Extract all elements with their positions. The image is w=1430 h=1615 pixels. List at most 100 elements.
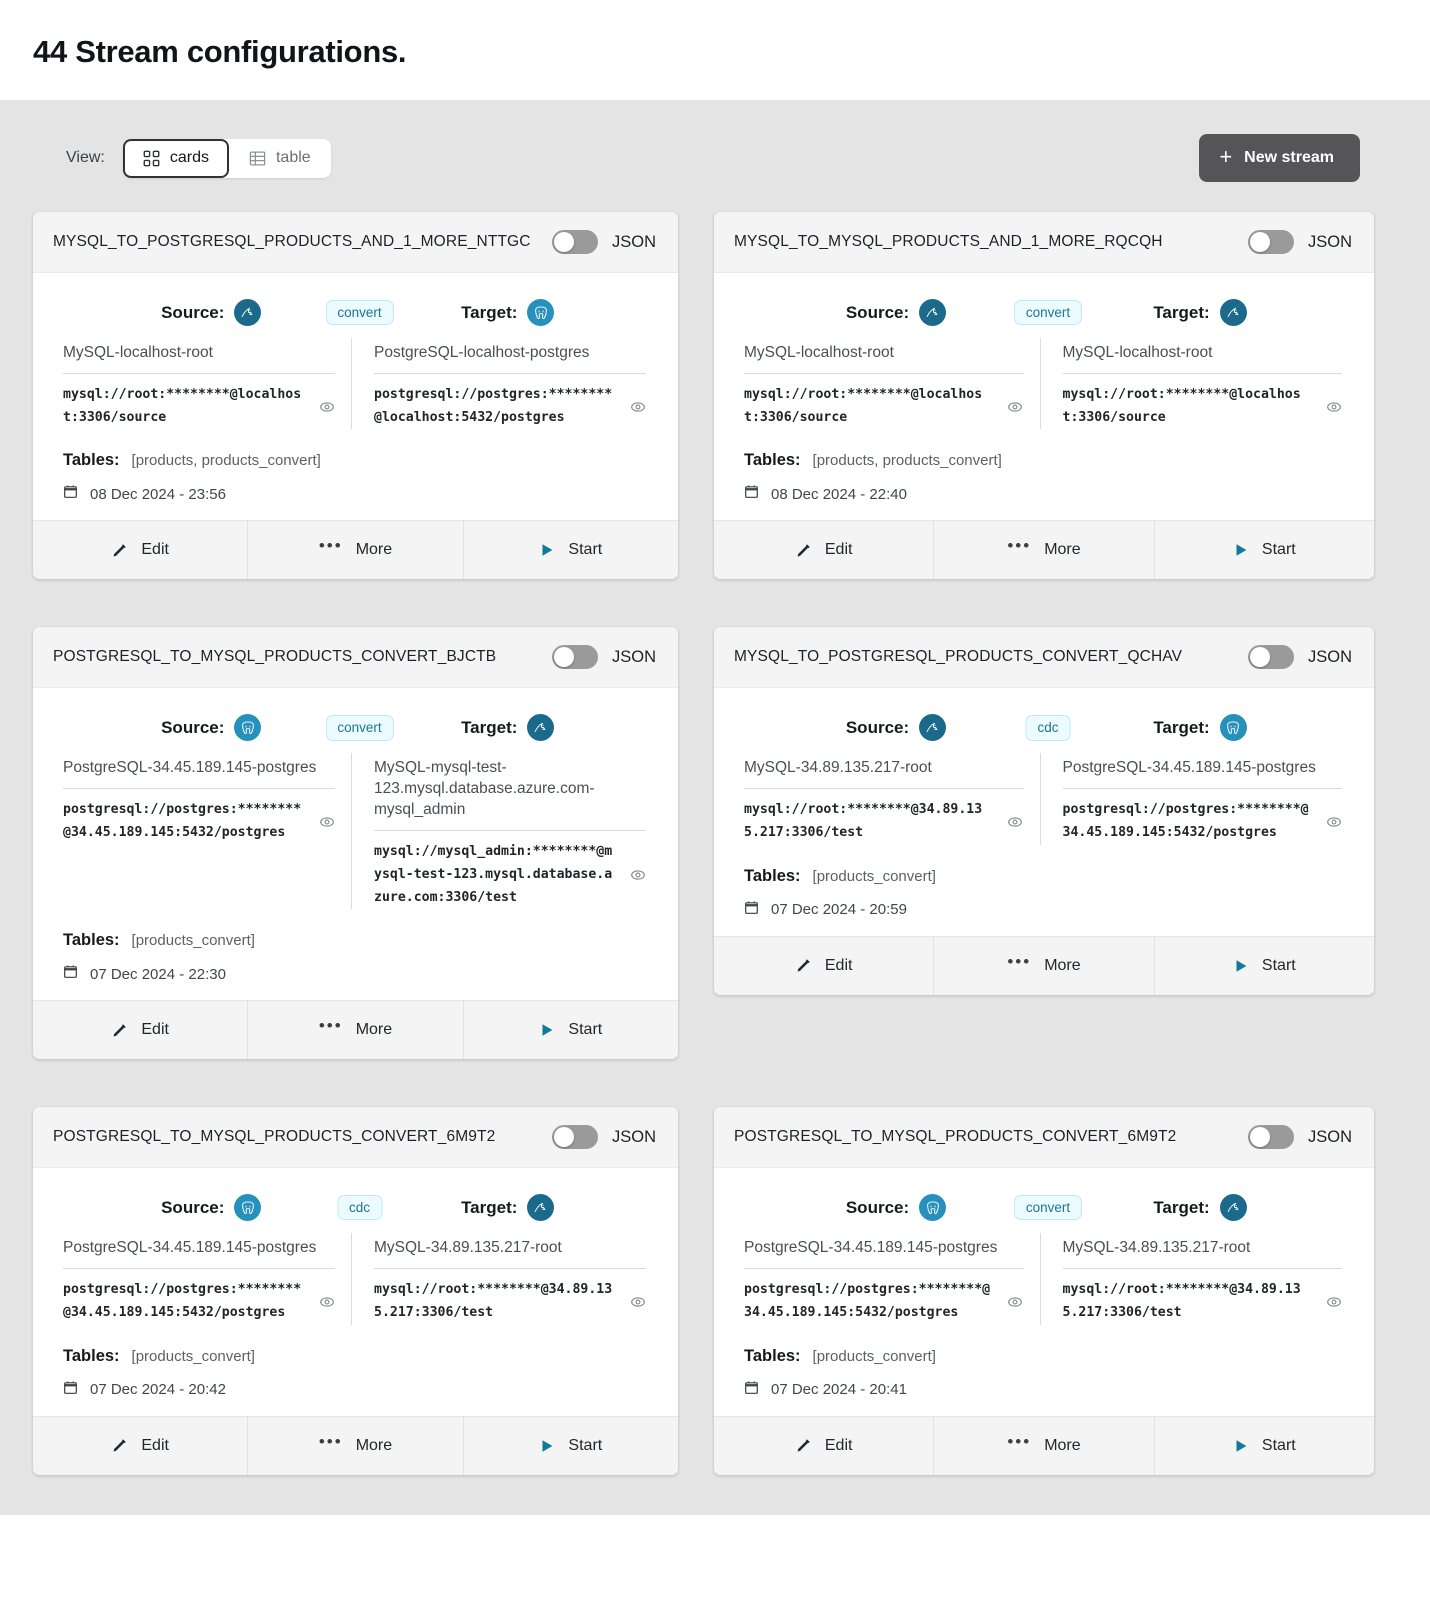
stream-card-header: MYSQL_TO_POSTGRESQL_PRODUCTS_CONVERT_QCH… — [714, 627, 1374, 689]
page-header: 44 Stream configurations. — [0, 0, 1430, 100]
more-button[interactable]: ••• More — [248, 521, 464, 580]
reveal-target-uri-eye-icon[interactable] — [629, 1293, 646, 1310]
more-button[interactable]: ••• More — [934, 936, 1155, 995]
date-row: 07 Dec 2024 - 20:42 — [63, 1380, 656, 1400]
new-stream-label: New stream — [1244, 149, 1334, 166]
json-toggle-knob — [553, 647, 574, 668]
edit-button[interactable]: Edit — [33, 1001, 249, 1060]
target-header: Target: — [360, 1186, 657, 1229]
tables-value: [products_convert] — [812, 867, 936, 885]
calendar-icon — [744, 1380, 759, 1400]
json-toggle[interactable] — [1247, 1125, 1294, 1150]
more-button[interactable]: ••• More — [248, 1416, 464, 1475]
start-label: Start — [1261, 541, 1296, 559]
ellipsis-icon: ••• — [318, 1431, 343, 1451]
view-mode-table[interactable]: table — [228, 138, 331, 178]
reveal-source-uri-eye-icon[interactable] — [318, 1293, 335, 1310]
stream-card-5: POSTGRESQL_TO_MYSQL_PRODUCTS_CONVERT_6M9… — [714, 1107, 1374, 1475]
source-header: Source: — [744, 291, 1048, 334]
more-label: More — [1044, 956, 1081, 974]
target-connection-name: MySQL-34.89.135.217-root — [1062, 1233, 1342, 1270]
connections-row: PostgreSQL-34.45.189.145-postgres postgr… — [744, 1233, 1352, 1325]
source-label: Source: — [161, 717, 225, 737]
reveal-target-uri-eye-icon[interactable] — [1325, 1293, 1342, 1310]
target-connection: PostgreSQL-34.45.189.145-postgres postgr… — [1039, 753, 1353, 845]
target-label: Target: — [461, 1197, 518, 1217]
stream-card-footer: Edit ••• More Start — [714, 520, 1374, 580]
json-toggle[interactable] — [551, 230, 598, 254]
ellipsis-icon: ••• — [1007, 1431, 1032, 1451]
more-label: More — [355, 1021, 393, 1039]
source-uri-row: mysql://root:********@localhost:3306/sou… — [744, 384, 1024, 429]
more-label: More — [355, 1436, 393, 1454]
edit-button[interactable]: Edit — [33, 521, 249, 580]
edit-button[interactable]: Edit — [714, 521, 935, 580]
view-mode-switch[interactable]: cards table — [122, 138, 331, 178]
page-title: 44 Stream configurations. — [33, 34, 407, 69]
mode-badge: cdc — [1025, 715, 1071, 741]
more-label: More — [1044, 1436, 1081, 1454]
view-mode-table-label: table — [275, 149, 311, 166]
edit-button[interactable]: Edit — [33, 1416, 249, 1475]
edit-button[interactable]: Edit — [714, 1416, 935, 1475]
target-connection-name: PostgreSQL-localhost-postgres — [374, 338, 646, 374]
json-toggle-knob — [1249, 232, 1270, 252]
json-toggle[interactable] — [551, 645, 598, 670]
json-label: JSON — [611, 647, 656, 666]
edit-label: Edit — [141, 1021, 169, 1039]
source-connection-name: MySQL-localhost-root — [63, 338, 335, 374]
reveal-target-uri-eye-icon[interactable] — [629, 398, 646, 415]
reveal-source-uri-eye-icon[interactable] — [1007, 398, 1024, 415]
stream-card-1: MYSQL_TO_MYSQL_PRODUCTS_AND_1_MORE_RQCQH… — [714, 212, 1374, 580]
source-uri-row: postgresql://postgres:********@34.45.189… — [63, 1279, 335, 1324]
source-connection: PostgreSQL-34.45.189.145-postgres postgr… — [63, 1233, 351, 1324]
start-button[interactable]: Start — [463, 521, 678, 580]
stream-card-2: POSTGRESQL_TO_MYSQL_PRODUCTS_CONVERT_BJC… — [33, 627, 678, 1060]
stream-card-body: Source: cdc Target: MySQL-34.89.135.217-… — [714, 688, 1374, 935]
start-button[interactable]: Start — [463, 1001, 678, 1060]
json-toggle[interactable] — [551, 1125, 598, 1150]
source-header: Source: — [63, 706, 360, 749]
tables-label: Tables: — [744, 866, 801, 885]
json-toggle[interactable] — [1247, 645, 1294, 670]
source-connection: MySQL-localhost-root mysql://root:******… — [744, 338, 1040, 429]
content-area: View: cards table + New stream MYSQL_TO_… — [0, 100, 1430, 1515]
json-label: JSON — [1307, 1127, 1352, 1146]
calendar-icon — [744, 484, 759, 504]
json-toggle[interactable] — [1247, 230, 1294, 254]
target-uri-row: postgresql://postgres:********@localhost… — [374, 384, 646, 429]
pencil-icon — [111, 1437, 128, 1454]
reveal-source-uri-eye-icon[interactable] — [1007, 813, 1024, 830]
source-db-icon — [234, 714, 262, 742]
target-uri-row: postgresql://postgres:********@34.45.189… — [1063, 799, 1343, 844]
reveal-target-uri-eye-icon[interactable] — [629, 867, 646, 884]
target-connection-name: MySQL-mysql-test-123.mysql.database.azur… — [374, 753, 646, 832]
reveal-source-uri-eye-icon[interactable] — [318, 813, 335, 830]
edit-button[interactable]: Edit — [714, 936, 935, 995]
reveal-source-uri-eye-icon[interactable] — [318, 398, 335, 415]
stream-card-header: POSTGRESQL_TO_MYSQL_PRODUCTS_CONVERT_6M9… — [33, 1107, 678, 1169]
new-stream-button[interactable]: + New stream — [1199, 134, 1360, 182]
start-button[interactable]: Start — [1154, 936, 1374, 995]
stream-card-footer: Edit ••• More Start — [33, 1000, 678, 1060]
reveal-target-uri-eye-icon[interactable] — [1325, 398, 1342, 415]
start-button[interactable]: Start — [1154, 521, 1374, 580]
view-mode-cards-label: cards — [169, 149, 209, 166]
stream-card-header: MYSQL_TO_POSTGRESQL_PRODUCTS_AND_1_MORE_… — [33, 212, 678, 273]
target-header: Target: — [360, 291, 657, 334]
more-button[interactable]: ••• More — [934, 1416, 1155, 1475]
stream-card-footer: Edit ••• More Start — [33, 1415, 678, 1475]
more-button[interactable]: ••• More — [934, 521, 1155, 580]
start-button[interactable]: Start — [1154, 1416, 1374, 1475]
more-button[interactable]: ••• More — [248, 1001, 464, 1060]
source-connection-name: MySQL-34.89.135.217-root — [744, 753, 1024, 790]
source-uri: mysql://root:********@localhost:3306/sou… — [63, 386, 302, 425]
reveal-target-uri-eye-icon[interactable] — [1325, 813, 1342, 830]
connections-row: PostgreSQL-34.45.189.145-postgres postgr… — [63, 753, 656, 910]
view-mode-cards[interactable]: cards — [122, 138, 229, 178]
target-uri: postgresql://postgres:********@34.45.189… — [1062, 802, 1309, 840]
reveal-source-uri-eye-icon[interactable] — [1007, 1293, 1024, 1310]
date-row: 07 Dec 2024 - 20:41 — [744, 1380, 1352, 1400]
ellipsis-icon: ••• — [318, 1016, 343, 1036]
start-button[interactable]: Start — [463, 1416, 678, 1475]
